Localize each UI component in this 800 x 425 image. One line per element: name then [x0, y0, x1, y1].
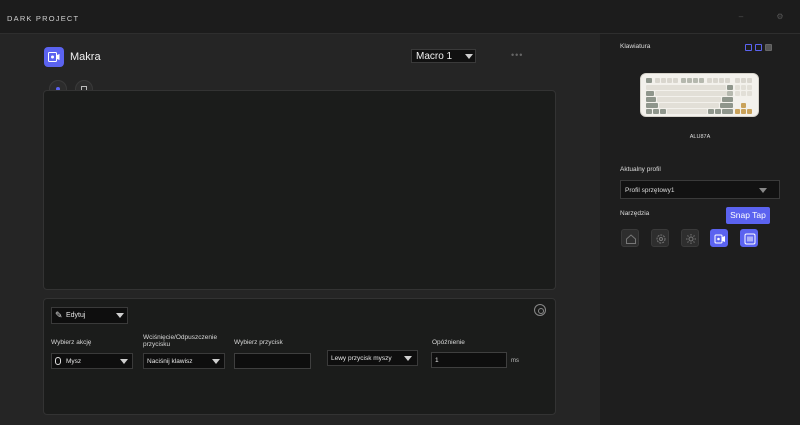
home-icon — [626, 234, 636, 244]
snap-tap-icon — [744, 233, 756, 245]
minimize-icon[interactable]: – — [737, 13, 745, 21]
tools-label: Narzędzia — [620, 210, 650, 217]
button-label: Wybierz przycisk — [234, 339, 283, 346]
chevron-down-icon — [404, 356, 412, 361]
snap-tap-tooltip: Snap Tap — [726, 207, 770, 224]
mouse-icon — [55, 357, 61, 365]
delay-unit: ms — [511, 358, 519, 364]
keyboard-label: Klawiatura — [620, 43, 651, 50]
tool-macro-button[interactable] — [710, 229, 728, 247]
tool-snap-tap-button[interactable] — [740, 229, 758, 247]
profile-label: Aktualny profil — [620, 166, 661, 173]
tool-lighting-button[interactable] — [681, 229, 699, 247]
import-icon[interactable] — [745, 44, 752, 51]
lighting-icon — [686, 234, 696, 244]
button-input[interactable] — [234, 353, 311, 369]
settings-icon[interactable]: ⚙ — [776, 13, 784, 21]
chevron-down-icon — [116, 313, 124, 318]
keyboard-model: ALU87A — [689, 134, 711, 140]
macro-select-value: Macro 1 — [416, 51, 453, 62]
device-icon[interactable] — [765, 44, 772, 51]
panel-settings-icon[interactable] — [534, 304, 546, 316]
profile-value: Profil sprzętowy1 — [625, 187, 675, 194]
settings-icon — [656, 234, 666, 244]
delay-label: Opóźnienie — [432, 339, 465, 346]
macro-editor[interactable] — [43, 90, 556, 290]
mouse-button-value: Lewy przycisk myszy — [331, 355, 392, 362]
edit-mode-value: Edytuj — [66, 312, 86, 319]
keyboard-keys-graphic — [646, 78, 752, 114]
action-value: Mysz — [66, 358, 82, 365]
chevron-down-icon — [759, 188, 767, 193]
mouse-button-dropdown[interactable]: Lewy przycisk myszy — [327, 350, 418, 366]
press-release-label: Wciśnięcie/Odpuszczenie przycisku — [143, 334, 218, 348]
edit-mode-dropdown[interactable]: ✎ Edytuj — [51, 307, 128, 324]
macro-icon — [714, 234, 725, 244]
macro-select[interactable]: Macro 1 — [411, 49, 476, 63]
chevron-down-icon — [212, 359, 220, 364]
press-release-value: Naciśnij klawisz — [147, 358, 193, 365]
export-icon[interactable] — [755, 44, 762, 51]
macro-page-icon — [44, 47, 64, 67]
press-release-dropdown[interactable]: Naciśnij klawisz — [143, 353, 225, 369]
action-dropdown[interactable]: Mysz — [51, 353, 133, 369]
page-title: Makra — [70, 51, 101, 63]
tool-settings-button[interactable] — [651, 229, 669, 247]
chevron-down-icon — [120, 359, 128, 364]
keyboard-image — [640, 73, 759, 117]
chevron-down-icon — [465, 54, 473, 59]
title-bar: DARK PROJECT – ⚙ — [0, 0, 800, 34]
delay-input[interactable]: 1 — [431, 352, 507, 368]
more-options-icon[interactable]: ••• — [511, 50, 523, 60]
pencil-icon: ✎ — [55, 310, 63, 320]
profile-dropdown[interactable]: Profil sprzętowy1 — [620, 180, 780, 199]
tool-home-button[interactable] — [621, 229, 639, 247]
action-label: Wybierz akcję — [51, 339, 92, 346]
delay-value: 1 — [435, 357, 439, 364]
brand-logo-text: DARK PROJECT — [7, 14, 80, 23]
